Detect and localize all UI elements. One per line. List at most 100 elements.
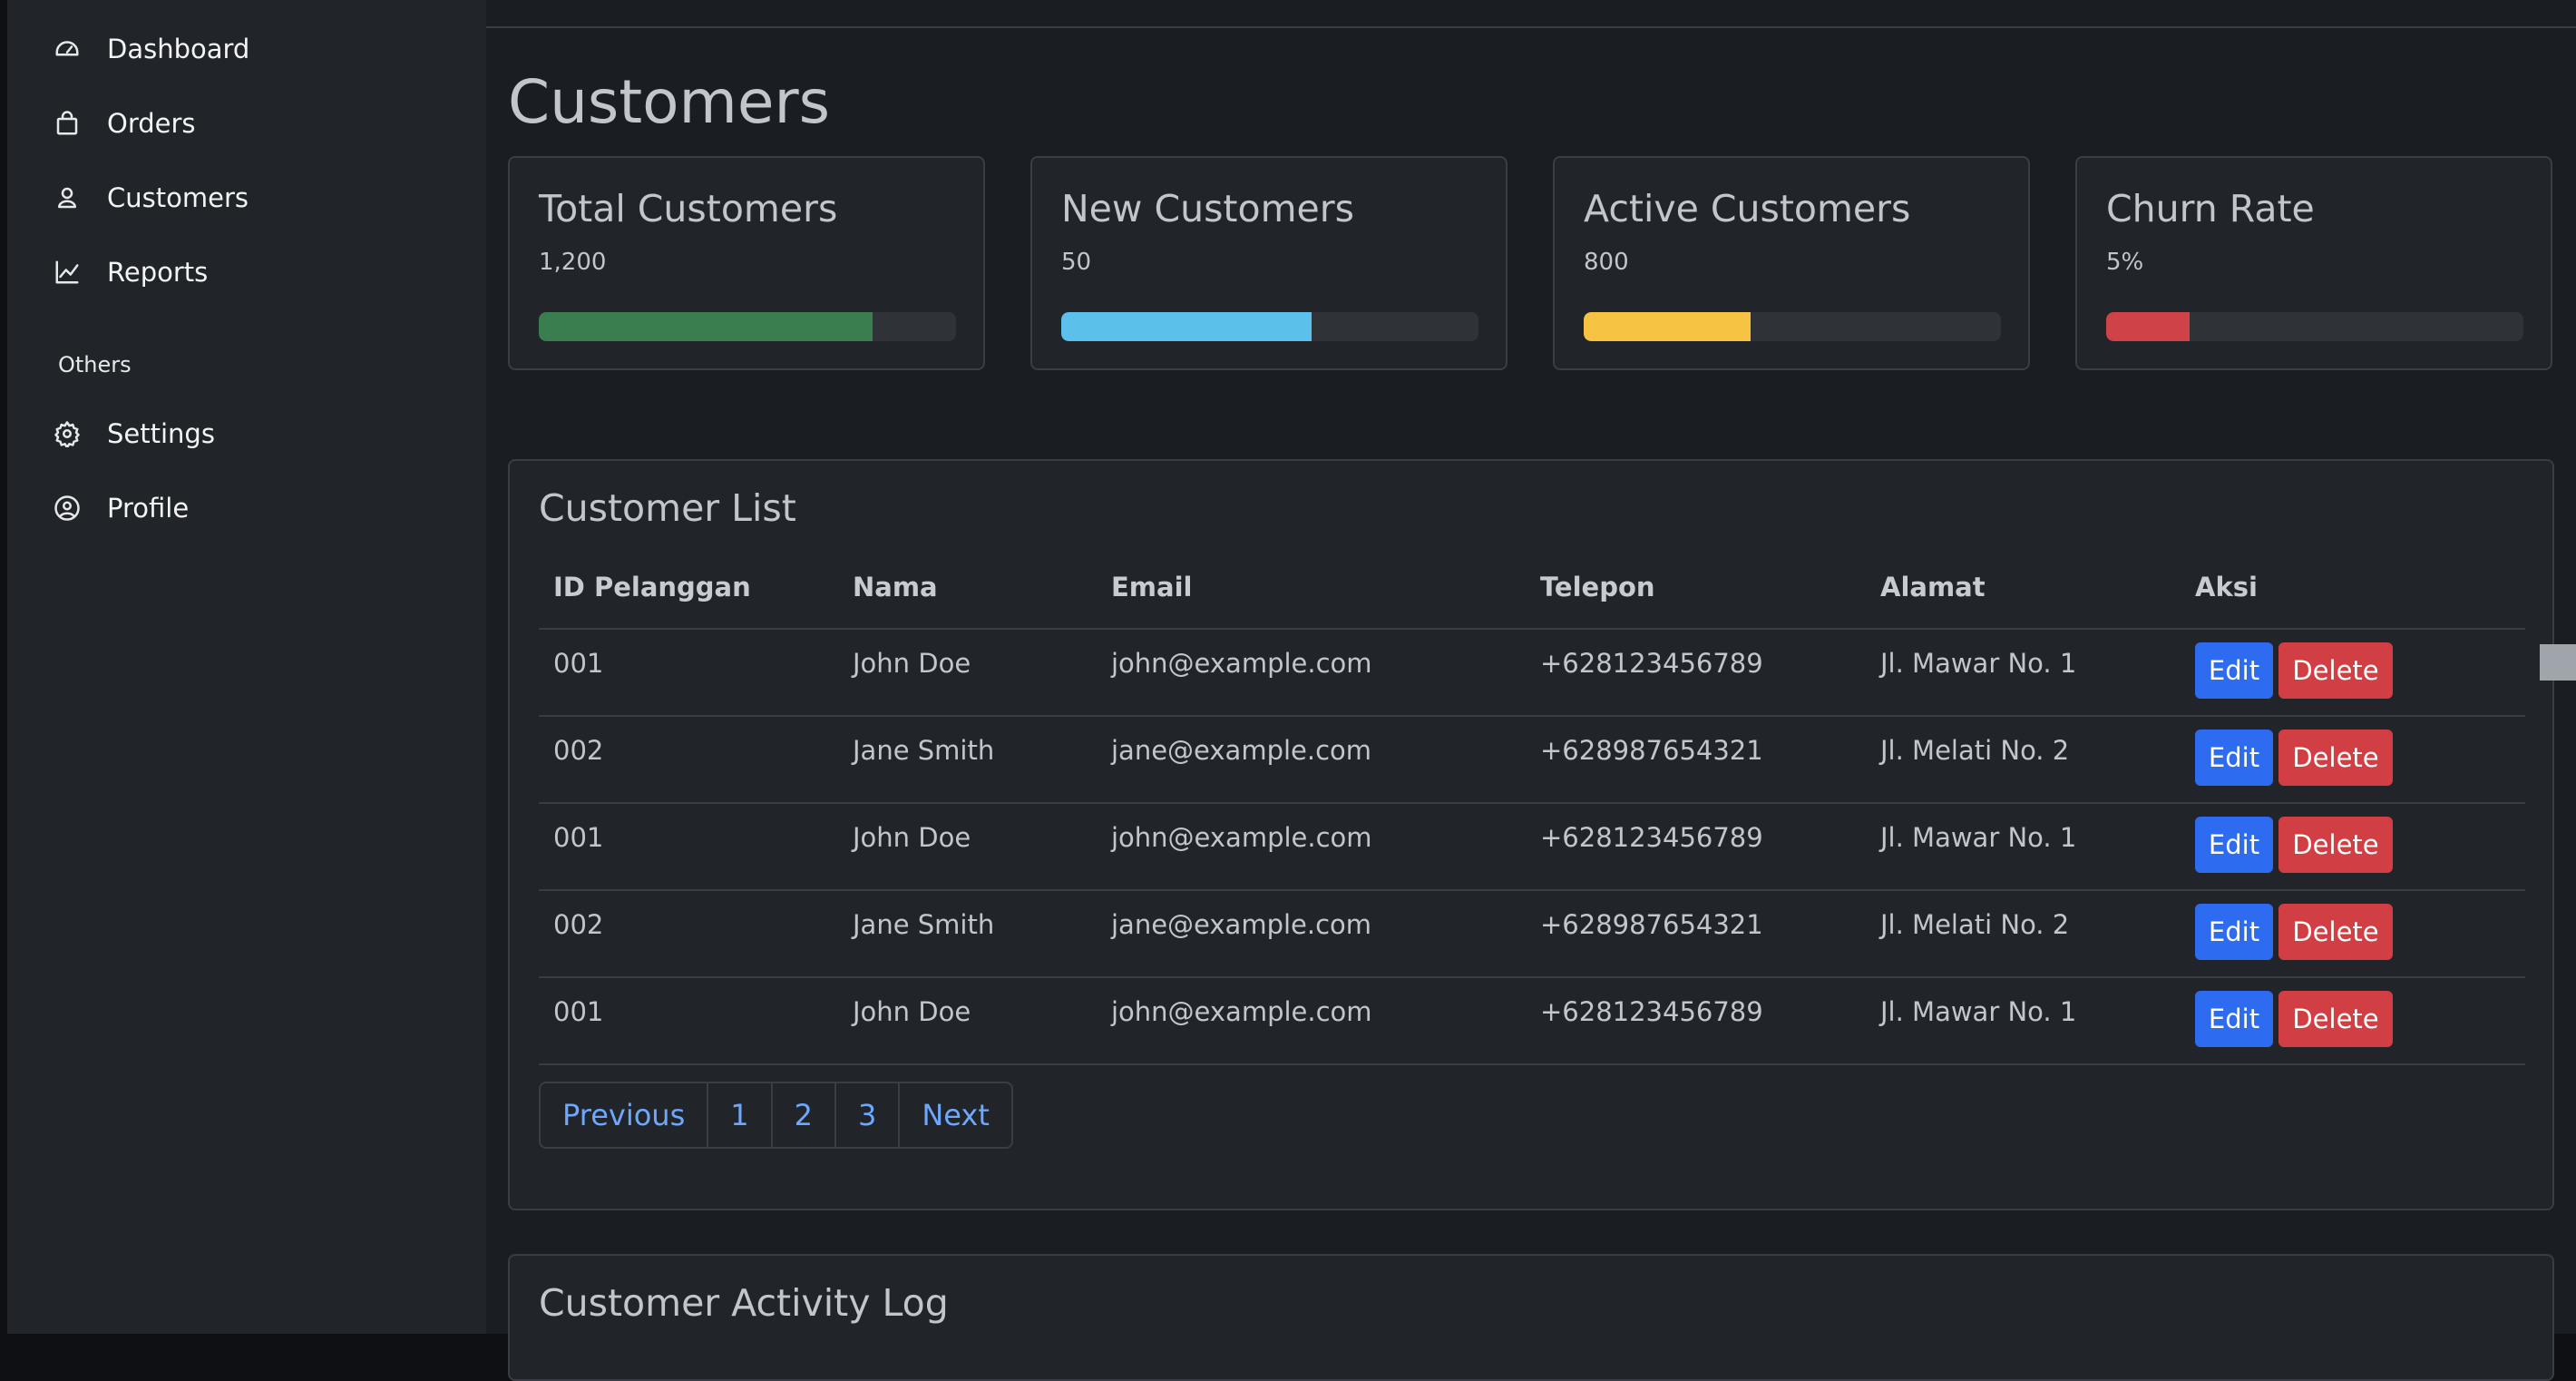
progress-fill [539,312,873,341]
customer-list-title: Customer List [539,486,796,530]
progress-bar [1061,312,1478,341]
cell-email: john@example.com [1111,996,1372,1027]
sidebar-item-orders[interactable]: Orders [51,96,196,151]
cell-name: John Doe [853,822,971,853]
column-header-name: Nama [853,572,938,602]
column-header-phone: Telepon [1540,572,1655,602]
cell-name: Jane Smith [853,735,995,766]
sidebar: Dashboard Orders Customers Reports Other… [7,0,486,1334]
gear-icon [51,417,83,450]
page-title: Customers [508,67,830,137]
cell-address: Jl. Mawar No. 1 [1880,822,2077,853]
cell-name: John Doe [853,996,971,1027]
main-content: Customers Total Customers 1,200 New Cust… [486,0,2576,1381]
cell-name: Jane Smith [853,909,995,940]
delete-button[interactable]: Delete [2278,991,2393,1047]
stat-value: 5% [2106,249,2144,276]
sidebar-item-dashboard[interactable]: Dashboard [51,22,249,76]
customer-table: ID Pelanggan Nama Email Telepon Alamat A… [539,555,2525,1065]
stat-title: Churn Rate [2106,187,2315,230]
cell-email: jane@example.com [1111,909,1372,940]
cell-email: john@example.com [1111,648,1372,679]
pagination-page-3[interactable]: 3 [836,1083,901,1147]
cell-phone: +628987654321 [1540,735,1763,766]
speedometer-icon [51,33,83,65]
cell-id: 002 [553,735,604,766]
cell-phone: +628123456789 [1540,996,1763,1027]
stat-value: 800 [1584,249,1629,276]
cell-phone: +628987654321 [1540,909,1763,940]
cell-address: Jl. Melati No. 2 [1880,909,2070,940]
table-row: 002 Jane Smith jane@example.com +6289876… [539,891,2525,978]
stat-card-total-customers: Total Customers 1,200 [508,156,985,370]
stat-value: 1,200 [539,249,607,276]
edit-button[interactable]: Edit [2195,817,2273,873]
delete-button[interactable]: Delete [2278,904,2393,960]
cell-id: 001 [553,822,604,853]
cell-phone: +628123456789 [1540,648,1763,679]
cell-id: 002 [553,909,604,940]
sidebar-item-label: Settings [107,418,215,449]
activity-log-title: Customer Activity Log [539,1281,949,1325]
sidebar-item-profile[interactable]: Profile [51,481,189,535]
column-header-actions: Aksi [2195,572,2258,602]
bag-icon [51,107,83,140]
table-row: 001 John Doe john@example.com +628123456… [539,630,2525,717]
pagination-next[interactable]: Next [900,1083,1011,1147]
sidebar-item-settings[interactable]: Settings [51,406,215,461]
cell-id: 001 [553,648,604,679]
cell-email: john@example.com [1111,822,1372,853]
table-row: 001 John Doe john@example.com +628123456… [539,804,2525,891]
cell-id: 001 [553,996,604,1027]
person-icon [51,181,83,214]
sidebar-item-reports[interactable]: Reports [51,245,208,299]
sidebar-item-label: Profile [107,493,190,524]
cell-name: John Doe [853,648,971,679]
activity-log-panel: Customer Activity Log [508,1254,2554,1381]
edit-button[interactable]: Edit [2195,904,2273,960]
stat-title: Active Customers [1584,187,1911,230]
sidebar-item-label: Reports [107,257,209,288]
progress-bar [2106,312,2523,341]
stat-card-new-customers: New Customers 50 [1030,156,1508,370]
stat-title: New Customers [1061,187,1354,230]
delete-button[interactable]: Delete [2278,817,2393,873]
progress-fill [2106,312,2190,341]
stat-title: Total Customers [539,187,838,230]
progress-fill [1061,312,1312,341]
pagination: Previous 1 2 3 Next [539,1082,1013,1149]
cell-address: Jl. Melati No. 2 [1880,735,2070,766]
progress-fill [1584,312,1751,341]
delete-button[interactable]: Delete [2278,642,2393,699]
table-row: 001 John Doe john@example.com +628123456… [539,978,2525,1065]
pagination-previous[interactable]: Previous [541,1083,709,1147]
cell-phone: +628123456789 [1540,822,1763,853]
column-header-email: Email [1111,572,1193,602]
sidebar-item-customers[interactable]: Customers [51,171,249,225]
chart-line-icon [51,256,83,289]
pagination-page-2[interactable]: 2 [773,1083,836,1147]
edit-button[interactable]: Edit [2195,642,2273,699]
customer-list-panel: Customer List ID Pelanggan Nama Email Te… [508,459,2554,1210]
sidebar-item-label: Customers [107,182,249,213]
table-header: ID Pelanggan Nama Email Telepon Alamat A… [539,555,2525,630]
user-circle-icon [51,492,83,524]
progress-bar [539,312,956,341]
stat-value: 50 [1061,249,1092,276]
cell-address: Jl. Mawar No. 1 [1880,648,2077,679]
column-header-id: ID Pelanggan [553,572,751,602]
delete-button[interactable]: Delete [2278,730,2393,786]
edit-button[interactable]: Edit [2195,730,2273,786]
section-label-others: Others [58,352,132,377]
table-row: 002 Jane Smith jane@example.com +6289876… [539,717,2525,804]
stat-card-churn-rate: Churn Rate 5% [2075,156,2552,370]
scrollbar-handle[interactable] [2540,644,2576,681]
sidebar-item-label: Orders [107,108,196,139]
cell-email: jane@example.com [1111,735,1372,766]
progress-bar [1584,312,2001,341]
top-divider [486,26,2576,28]
pagination-page-1[interactable]: 1 [708,1083,773,1147]
sidebar-item-label: Dashboard [107,34,250,64]
edit-button[interactable]: Edit [2195,991,2273,1047]
column-header-address: Alamat [1880,572,1986,602]
